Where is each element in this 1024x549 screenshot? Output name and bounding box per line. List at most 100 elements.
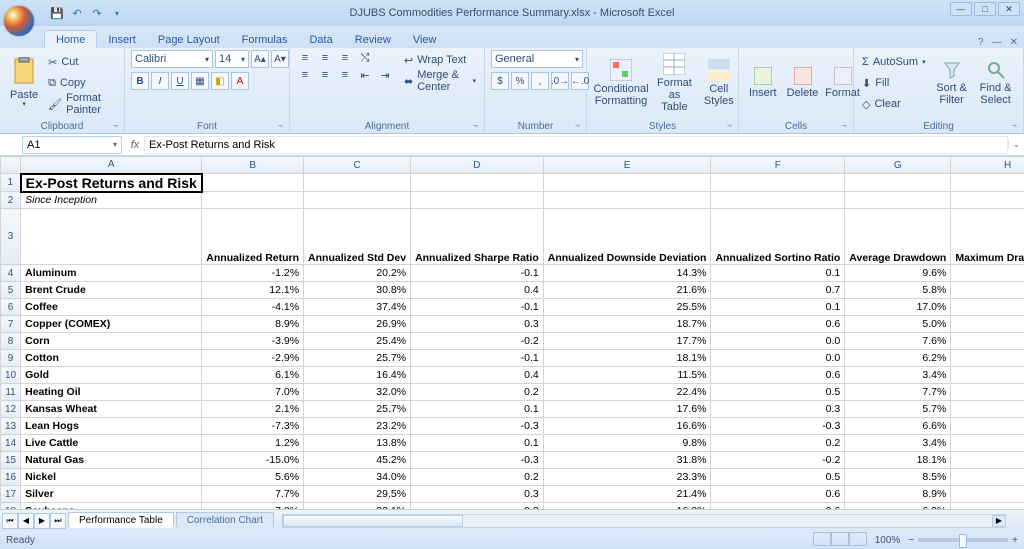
cell[interactable]: 0.1 [411,401,544,418]
grow-font-icon[interactable]: A▴ [251,50,269,68]
cell-styles-button[interactable]: Cell Styles [700,50,738,116]
cell[interactable] [711,192,845,209]
cell[interactable]: 76.7% [951,282,1024,299]
autosum-button[interactable]: ΣAutoSum▾ [860,52,928,72]
sheet-nav-first-icon[interactable]: ⏮ [2,513,18,529]
horizontal-scrollbar[interactable]: ◀ ▶ [282,514,1006,528]
cell[interactable] [202,174,304,192]
row-header[interactable]: 2 [1,192,21,209]
cell[interactable]: 5.8% [845,282,951,299]
col-header[interactable]: A [21,157,202,174]
row-header[interactable]: 6 [1,299,21,316]
qat-dropdown-icon[interactable]: ▾ [110,6,124,20]
cell[interactable]: 5.7% [845,401,951,418]
row-header[interactable]: 14 [1,435,21,452]
cell[interactable]: 25.5% [543,299,711,316]
cell[interactable]: Since Inception [21,192,202,209]
cell[interactable] [543,174,711,192]
cell[interactable]: 14.3% [543,265,711,282]
cell[interactable]: Cotton [21,350,202,367]
cell[interactable]: 99.5% [951,452,1024,469]
cell[interactable]: 23.3% [543,469,711,486]
cell[interactable]: 16.2% [543,503,711,510]
scroll-thumb[interactable] [283,515,463,527]
cell[interactable]: 0.3 [411,503,544,510]
cell[interactable]: 0.2 [411,469,544,486]
tab-home[interactable]: Home [44,30,97,48]
shrink-font-icon[interactable]: A▾ [271,50,289,68]
cell[interactable]: 68.5% [951,316,1024,333]
bold-button[interactable]: B [131,72,149,90]
column-header-cell[interactable]: Annualized Sharpe Ratio [411,209,544,265]
ribbon-close-icon[interactable]: ✕ [1010,37,1018,48]
row-header[interactable]: 12 [1,401,21,418]
view-buttons[interactable] [813,532,867,549]
cell[interactable]: 75.1% [951,384,1024,401]
cell[interactable]: 5.0% [845,316,951,333]
undo-icon[interactable]: ↶ [70,6,84,20]
cell[interactable]: Copper (COMEX) [21,316,202,333]
cell[interactable]: 0.4 [411,282,544,299]
worksheet-grid[interactable]: ABCDEFGHIJKLMNOP1Ex-Post Returns and Ris… [0,156,1024,509]
cell[interactable] [845,174,951,192]
copy-button[interactable]: ⧉Copy [46,73,118,93]
col-header[interactable]: H [951,157,1024,174]
clear-button[interactable]: ◇Clear [860,94,928,114]
tab-insert[interactable]: Insert [97,31,147,48]
cell[interactable]: 0.5 [711,384,845,401]
formula-expand-icon[interactable]: ⌄ [1008,140,1024,149]
insert-cells-button[interactable]: Insert [745,50,781,116]
cell[interactable]: 0.6 [711,486,845,503]
col-header[interactable]: G [845,157,951,174]
font-name-select[interactable]: Calibri▾ [131,50,213,68]
cell[interactable]: 0.1 [411,435,544,452]
office-button[interactable] [0,0,38,26]
cell[interactable]: 90.1% [951,418,1024,435]
cell[interactable]: 0.0 [711,350,845,367]
align-right-icon[interactable]: ≡ [336,67,354,83]
number-format-select[interactable]: General▾ [491,50,583,68]
cell[interactable]: -0.3 [411,452,544,469]
cell[interactable]: Soybeans [21,503,202,510]
format-as-table-button[interactable]: Format as Table [653,50,696,116]
cell[interactable] [951,174,1024,192]
tab-page-layout[interactable]: Page Layout [147,31,231,48]
align-bottom-icon[interactable]: ≡ [336,50,354,66]
format-painter-button[interactable]: 🖌Format Painter [46,94,118,114]
cell[interactable]: 6.3% [845,503,951,510]
cell[interactable]: -2.9% [202,350,304,367]
cell[interactable]: 26.9% [304,316,411,333]
conditional-formatting-button[interactable]: Conditional Formatting [593,50,649,116]
row-header[interactable]: 11 [1,384,21,401]
cell[interactable]: -0.1 [411,299,544,316]
align-left-icon[interactable]: ≡ [296,67,314,83]
column-header-cell[interactable]: Annualized Sortino Ratio [711,209,845,265]
row-header[interactable]: 10 [1,367,21,384]
fill-button[interactable]: ⬇Fill [860,73,928,93]
cell[interactable]: 13.8% [304,435,411,452]
col-header[interactable]: B [202,157,304,174]
tab-view[interactable]: View [402,31,448,48]
cell[interactable]: 0.0 [711,333,845,350]
row-header[interactable]: 18 [1,503,21,510]
font-color-button[interactable]: A [231,72,249,90]
cell[interactable]: -0.3 [411,418,544,435]
cell[interactable]: 0.7 [711,282,845,299]
cell[interactable]: 0.1 [711,299,845,316]
align-middle-icon[interactable]: ≡ [316,50,334,66]
cell[interactable]: Natural Gas [21,452,202,469]
fx-icon[interactable] [126,139,144,151]
wrap-text-button[interactable]: ↩Wrap Text [402,50,478,70]
cell[interactable]: 17.7% [543,333,711,350]
row-header[interactable]: 15 [1,452,21,469]
cell[interactable]: 18.1% [845,452,951,469]
cell[interactable]: Aluminum [21,265,202,282]
cell[interactable]: -15.0% [202,452,304,469]
cell[interactable]: 18.7% [543,316,711,333]
cell[interactable]: 32.0% [304,384,411,401]
row-header[interactable]: 1 [1,174,21,192]
cell[interactable]: 11.5% [543,367,711,384]
worksheet-tab-performance[interactable]: Performance Table [68,512,174,528]
cell[interactable]: -3.9% [202,333,304,350]
cell[interactable]: Ex-Post Returns and Risk [21,174,202,192]
